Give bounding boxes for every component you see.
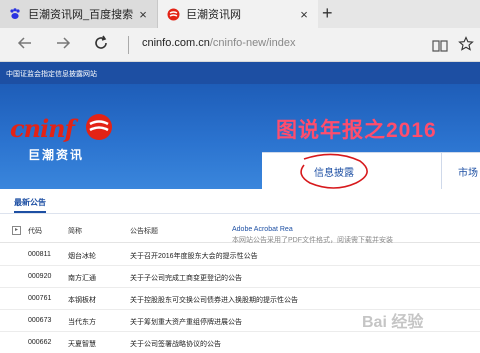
red-circle-annotation [300, 153, 368, 189]
site-logo[interactable]: cninf 巨潮资讯 [0, 94, 128, 162]
browser-tab-baidu[interactable]: 巨潮资讯网_百度搜索 × [0, 0, 158, 28]
url-domain: cninfo.com.cn [142, 37, 210, 49]
site-top-strip: 中国证监会指定信息披露网站 [0, 62, 480, 84]
row-code: 000811 [28, 251, 51, 258]
logo-text-en: cninf [10, 114, 75, 143]
row-title-link[interactable]: 关于筹划重大资产重组停牌进展公告 [130, 317, 242, 327]
refresh-icon[interactable] [92, 34, 110, 57]
forward-arrow-icon[interactable] [54, 34, 72, 57]
pdf-notice: 本网站公告采用了PDF文件格式，阅读需下载并安装 Adobe Acrobat Re… [232, 226, 393, 244]
cninfo-icon [166, 7, 180, 21]
baidu-jingyan-watermark: Bai 经验 [362, 314, 424, 331]
banner-title: 图说年报之2016 [276, 119, 437, 142]
expand-toggle-icon[interactable]: ▸ [12, 226, 21, 235]
tab-title: 巨潮资讯网_百度搜索 [28, 9, 134, 21]
browser-nav-bar: cninfo.com.cn/cninfo-new/index [0, 28, 480, 62]
row-code: 000673 [28, 317, 52, 324]
logo-text-cn: 巨潮资讯 [28, 148, 85, 162]
new-tab-button[interactable]: + [322, 3, 333, 24]
browser-tab-strip: 巨潮资讯网_百度搜索 × 巨潮资讯网 × + [0, 0, 480, 28]
close-tab-icon[interactable]: × [296, 7, 312, 22]
nav-divider [441, 153, 442, 189]
table-row[interactable]: 000920 南方汇通 关于子公司完成工商变更登记的公告 [0, 266, 480, 288]
section-tab-latest[interactable]: 最新公告 [14, 189, 46, 213]
row-title-link[interactable]: 关于召开2016年度股东大会的提示性公告 [130, 251, 258, 261]
column-header-code: 代码 [28, 228, 42, 235]
row-title-link[interactable]: 关于公司签署战略协议的公告 [130, 339, 221, 349]
row-title-link[interactable]: 关于子公司完成工商变更登记的公告 [130, 273, 242, 283]
tab-title: 巨潮资讯网 [186, 9, 241, 21]
nav-tab-market[interactable]: 市场 [458, 164, 478, 179]
table-row[interactable]: 000811 烟台冰轮 关于召开2016年度股东大会的提示性公告 [0, 244, 480, 266]
table-header: ▸ 代码 简称 公告标题 本网站公告采用了PDF文件格式，阅读需下载并安装 Ado… [0, 217, 480, 244]
row-name[interactable]: 南方汇通 [68, 273, 96, 283]
row-code: 000662 [28, 339, 52, 346]
site-banner: cninf 巨潮资讯 图说年报之2016 信息披露 市场 [0, 84, 480, 189]
address-bar[interactable]: cninfo.com.cn/cninfo-new/index [142, 37, 295, 49]
site-nav-tabs: 信息披露 市场 [262, 152, 480, 189]
close-tab-icon[interactable]: × [135, 7, 151, 22]
row-title-link[interactable]: 关于控股股东可交换公司债券进入换股期的提示性公告 [130, 295, 298, 305]
nav-separator [128, 36, 129, 54]
column-header-title: 公告标题 [130, 228, 158, 235]
row-name[interactable]: 天夏智慧 [68, 339, 96, 349]
column-header-name: 简称 [68, 228, 82, 235]
table-row[interactable]: 000761 本钢板材 关于控股股东可交换公司债券进入换股期的提示性公告 [0, 288, 480, 310]
section-divider [0, 213, 480, 214]
row-code: 000761 [28, 295, 52, 302]
back-arrow-icon[interactable] [16, 34, 34, 57]
browser-tab-cninfo[interactable]: 巨潮资讯网 × [158, 0, 318, 28]
adobe-reader-link[interactable]: Adobe Acrobat Rea [232, 226, 293, 233]
table-row[interactable]: 000662 天夏智慧 关于公司签署战略协议的公告 [0, 332, 480, 353]
url-path: /cninfo-new/index [209, 37, 296, 49]
row-name[interactable]: 本钢板材 [68, 295, 96, 305]
cninfo-logo-icon [84, 112, 114, 147]
favorite-star-icon[interactable] [458, 35, 474, 57]
row-name[interactable]: 烟台冰轮 [68, 251, 96, 261]
row-name[interactable]: 当代东方 [68, 317, 96, 327]
reading-view-icon[interactable] [432, 36, 448, 58]
baidu-paw-icon [8, 7, 22, 21]
row-code: 000920 [28, 273, 52, 280]
